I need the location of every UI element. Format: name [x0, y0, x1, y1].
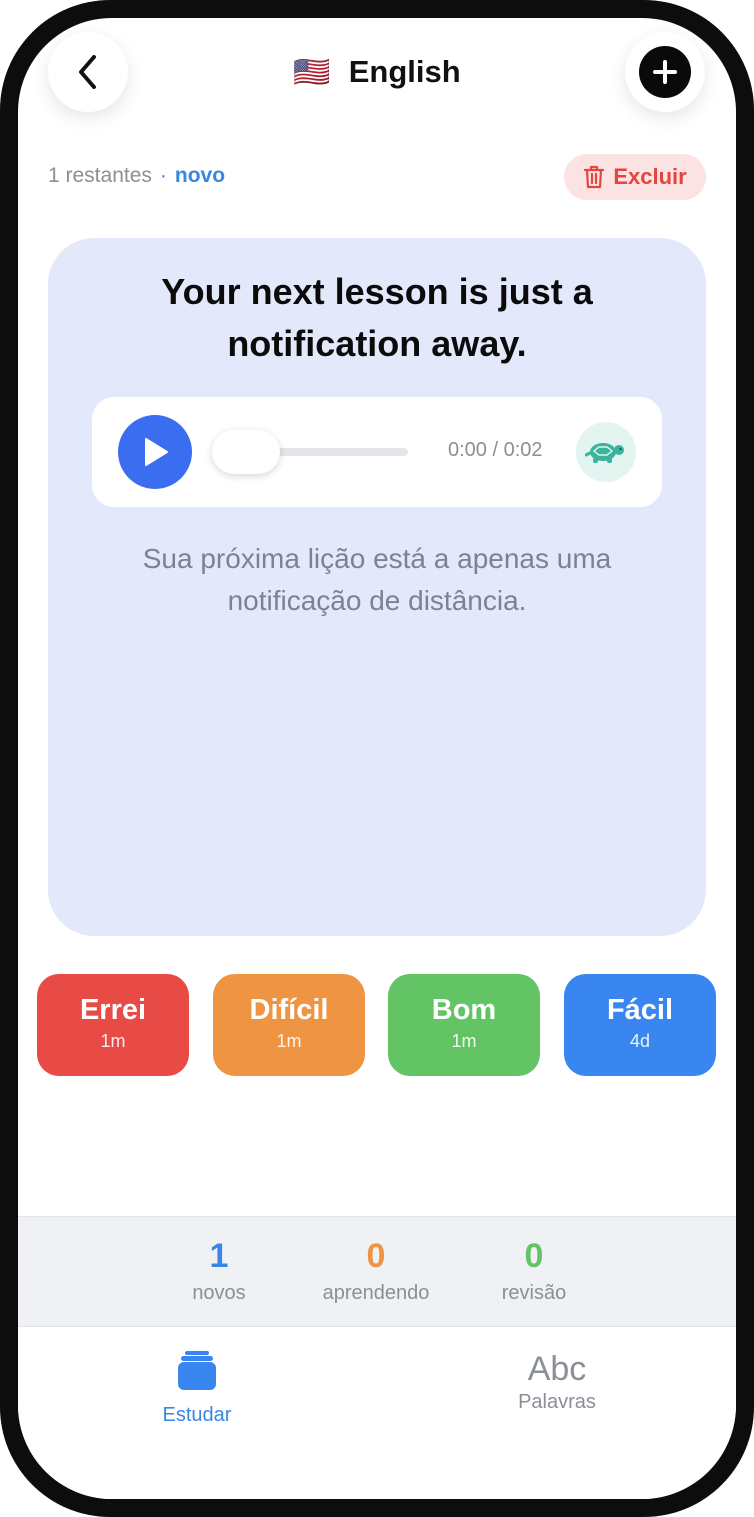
stat-value: 1: [209, 1237, 229, 1275]
grade-again-button[interactable]: Errei 1m: [37, 974, 189, 1076]
stat-review: 0 revisão: [444, 1237, 624, 1305]
card-status: novo: [174, 164, 226, 187]
tab-study[interactable]: Estudar: [97, 1349, 297, 1427]
tab-label: Estudar: [162, 1404, 232, 1426]
stat-value: 0: [524, 1237, 544, 1275]
tab-words[interactable]: Abc Palavras: [457, 1349, 657, 1414]
audio-player: 0:00 / 0:02: [92, 397, 662, 507]
delete-label: Excluir: [613, 164, 687, 189]
grade-interval: 1m: [100, 1031, 126, 1051]
grade-label: Difícil: [249, 994, 329, 1026]
app-screen: 🇺🇸 English 1 restantes · novo Excluir Yo…: [18, 18, 736, 1499]
abc-icon: Abc: [527, 1350, 587, 1388]
meta-separator: ·: [159, 164, 167, 187]
deck-meta: 1 restantes · novo: [48, 164, 225, 188]
grade-interval: 1m: [451, 1031, 477, 1051]
phone-frame: 🇺🇸 English 1 restantes · novo Excluir Yo…: [0, 0, 754, 1517]
play-button[interactable]: [118, 415, 192, 489]
slow-speed-button[interactable]: [576, 422, 636, 482]
grade-hard-button[interactable]: Difícil 1m: [213, 974, 365, 1076]
flag-icon: 🇺🇸: [293, 55, 331, 89]
card-front-text: Your next lesson is just a notification …: [161, 271, 593, 364]
tab-bar: Estudar Abc Palavras: [18, 1326, 736, 1499]
play-icon: [145, 438, 168, 466]
tab-label: Palavras: [518, 1391, 596, 1413]
turtle-icon: [585, 443, 624, 463]
grade-interval: 1m: [276, 1031, 302, 1051]
grade-label: Errei: [79, 994, 147, 1026]
stat-label: revisão: [501, 1282, 567, 1304]
grade-label: Bom: [431, 994, 497, 1026]
audio-time: 0:00 / 0:02: [448, 439, 543, 461]
grade-easy-button[interactable]: Fácil 4d: [564, 974, 716, 1076]
stat-learning: 0 aprendendo: [286, 1237, 466, 1305]
flashcard: Your next lesson is just a notification …: [48, 238, 706, 936]
card-translation: Sua próxima lição está a apenas uma noti…: [142, 543, 612, 616]
plus-icon: [639, 46, 691, 98]
remaining-count: 1 restantes: [48, 164, 152, 187]
grade-label: Fácil: [606, 994, 674, 1026]
stat-new: 1 novos: [129, 1237, 309, 1305]
cards-stack-icon: [178, 1351, 216, 1390]
audio-progress-thumb[interactable]: [212, 430, 280, 474]
stat-label: aprendendo: [322, 1282, 430, 1304]
stat-value: 0: [366, 1237, 386, 1275]
study-stats: 1 novos 0 aprendendo 0 revisão: [18, 1216, 736, 1327]
add-button[interactable]: [625, 32, 705, 112]
grade-good-button[interactable]: Bom 1m: [388, 974, 540, 1076]
deck-title: English: [348, 54, 461, 89]
delete-button[interactable]: Excluir: [564, 154, 706, 200]
trash-icon: [584, 165, 605, 189]
grade-interval: 4d: [629, 1031, 651, 1051]
stat-label: novos: [192, 1282, 246, 1304]
